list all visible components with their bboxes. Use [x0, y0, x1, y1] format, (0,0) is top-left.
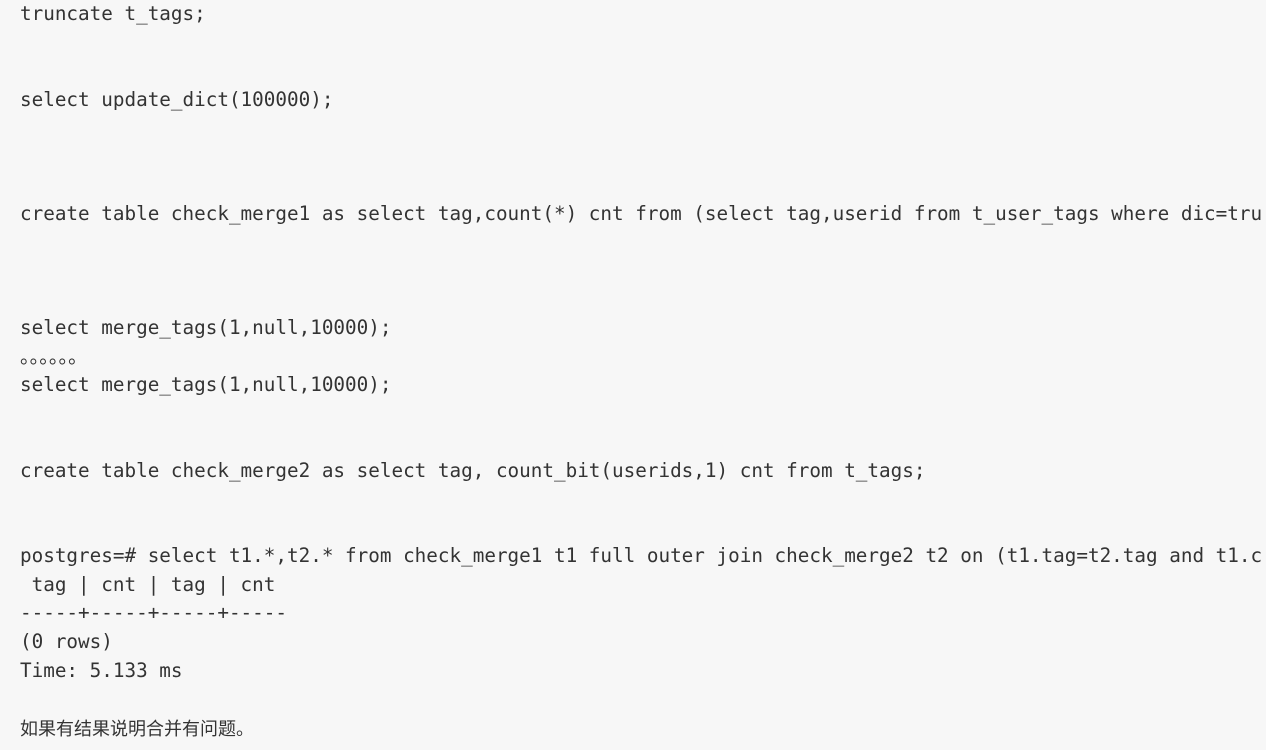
result-row-count: (0 rows) [20, 630, 113, 654]
result-header: tag | cnt | tag | cnt [20, 572, 287, 596]
code-line-merge-tags-1: select merge_tags(1,null,10000); [20, 316, 392, 340]
code-line-psql-query: postgres=# select t1.*,t2.* from check_m… [20, 544, 1263, 568]
code-line-create-check-merge1: create table check_merge1 as select tag,… [20, 201, 1263, 225]
code-line-update-dict: select update_dict(100000); [20, 87, 334, 111]
code-line-ellipsis: 。。。。。。 [20, 344, 88, 368]
code-line-truncate: truncate t_tags; [20, 2, 206, 25]
code-block: truncate t_tags;select update_dict(10000… [20, 0, 1266, 685]
code-line-merge-tags-2: select merge_tags(1,null,10000); [20, 373, 392, 397]
result-timing: Time: 5.133 ms [20, 658, 183, 682]
document-page: truncate t_tags;select update_dict(10000… [0, 0, 1266, 750]
code-line-create-check-merge2: create table check_merge2 as select tag,… [20, 458, 926, 482]
explanation-note: 如果有结果说明合并有问题。 [20, 719, 254, 740]
result-separator: -----+-----+-----+----- [20, 601, 287, 625]
